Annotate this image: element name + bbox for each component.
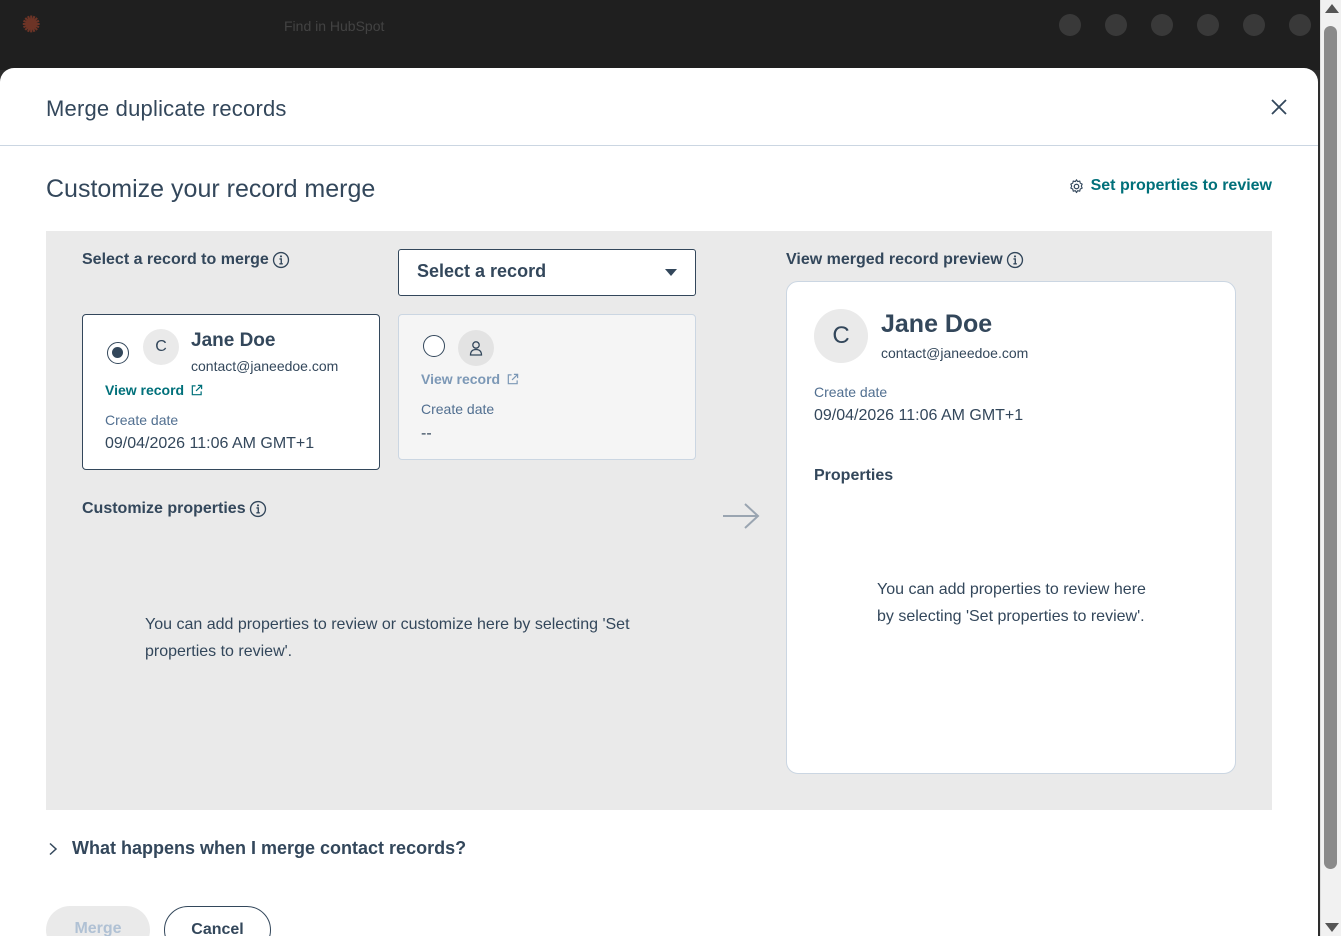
topbar-icon	[1059, 14, 1081, 36]
arrow-right-icon	[723, 503, 760, 529]
customize-empty-text: You can add properties to review or cust…	[145, 616, 630, 660]
scrollbar-thumb[interactable]	[1324, 26, 1337, 869]
chevron-right-icon	[49, 842, 58, 855]
merged-preview-label: View merged record preview	[786, 251, 1024, 269]
modal-header: Merge duplicate records	[0, 68, 1318, 146]
topbar-icon	[1105, 14, 1127, 36]
cancel-button[interactable]: Cancel	[164, 906, 271, 936]
gear-icon	[1069, 178, 1083, 193]
external-link-icon	[507, 373, 519, 384]
preview-empty-text: You can add properties to review here by…	[877, 581, 1146, 625]
topbar-icon	[1289, 14, 1311, 36]
merge-faq-toggle[interactable]: What happens when I merge contact record…	[46, 838, 466, 859]
hubspot-logo-icon: ✺	[22, 12, 41, 37]
section-title: Customize your record merge	[46, 175, 376, 203]
create-date-value: --	[421, 425, 432, 442]
view-record-link[interactable]: View record	[105, 382, 203, 398]
record-card-primary[interactable]: C Jane Doe contact@janeedoe.com View rec…	[82, 314, 380, 470]
scroll-down-icon[interactable]	[1325, 923, 1339, 932]
properties-heading: Properties	[814, 467, 894, 484]
create-date-value: 09/04/2026 11:06 AM GMT+1	[814, 407, 1024, 424]
topbar-icon	[1243, 14, 1265, 36]
create-date-label: Create date	[814, 384, 888, 400]
view-record-label: View record	[105, 382, 185, 398]
customize-properties-label: Customize properties	[82, 500, 267, 518]
select-record-value: Select a record	[417, 261, 547, 281]
info-icon[interactable]	[272, 251, 290, 269]
merge-modal: Merge duplicate records Customize your r…	[0, 68, 1318, 936]
info-icon[interactable]	[1006, 251, 1024, 269]
preview-name: Jane Doe	[881, 310, 993, 338]
view-record-label: View record	[421, 371, 501, 387]
create-date-label: Create date	[105, 412, 179, 428]
close-icon[interactable]	[1268, 96, 1290, 118]
avatar: C	[143, 329, 179, 365]
select-record-dropdown[interactable]: Select a record	[398, 249, 696, 296]
caret-down-icon	[665, 269, 677, 276]
avatar: C	[814, 309, 868, 363]
select-record-label: Select a record to merge	[82, 251, 290, 269]
avatar	[458, 330, 494, 366]
merged-preview-card: C Jane Doe contact@janeedoe.com Create d…	[786, 281, 1236, 774]
merged-preview-label-text: View merged record preview	[786, 251, 1003, 268]
topbar-icon	[1151, 14, 1173, 36]
person-icon	[469, 341, 483, 356]
scroll-up-icon[interactable]	[1325, 4, 1339, 13]
record-email: contact@janeedoe.com	[191, 358, 339, 374]
modal-title: Merge duplicate records	[46, 96, 287, 121]
external-link-icon	[191, 384, 203, 395]
app-topbar: ✺ Find in HubSpot	[0, 0, 1341, 70]
global-search-input: Find in HubSpot	[284, 18, 385, 34]
topbar-icon	[1197, 14, 1219, 36]
merge-panel: Select a record to merge Select a record…	[46, 231, 1272, 810]
select-record-label-text: Select a record to merge	[82, 251, 269, 268]
view-record-link[interactable]: View record	[421, 371, 519, 387]
info-icon[interactable]	[249, 500, 267, 518]
preview-email: contact@janeedoe.com	[881, 345, 1029, 361]
create-date-label: Create date	[421, 401, 495, 417]
record-radio-primary[interactable]	[107, 342, 129, 364]
set-properties-label: Set properties to review	[1090, 177, 1272, 194]
set-properties-link[interactable]: Set properties to review	[1068, 177, 1272, 195]
record-radio-secondary[interactable]	[423, 335, 445, 357]
topbar-icons	[1059, 14, 1311, 36]
record-name: Jane Doe	[191, 330, 276, 351]
customize-properties-label-text: Customize properties	[82, 500, 246, 517]
page-scrollbar[interactable]	[1320, 0, 1341, 936]
merge-faq-label: What happens when I merge contact record…	[72, 838, 467, 858]
merge-button[interactable]: Merge	[46, 906, 150, 936]
create-date-value: 09/04/2026 11:06 AM GMT+1	[105, 435, 315, 452]
record-card-secondary[interactable]: View record Create date --	[398, 314, 696, 460]
